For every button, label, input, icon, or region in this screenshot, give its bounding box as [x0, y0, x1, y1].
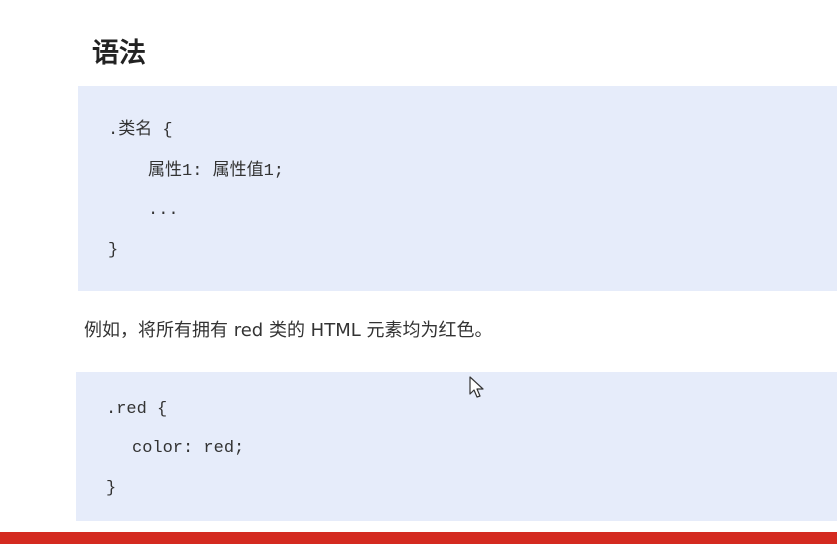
code-line: 属性1: 属性值1; [148, 162, 285, 181]
section-heading: 语法 [92, 38, 146, 69]
code-line: .red { [106, 400, 168, 419]
code-line: } [106, 479, 117, 498]
example-code-block: .red { color: red; } [76, 372, 837, 521]
example-description: 例如，将所有拥有 red 类的 HTML 元素均为红色。 [84, 320, 493, 341]
mouse-pointer-icon [469, 376, 484, 398]
page: 语法 .类名 { 属性1: 属性值1; ... } 例如，将所有拥有 red 类… [0, 0, 837, 544]
code-line: .类名 { [108, 121, 173, 140]
bottom-accent-bar [0, 532, 837, 544]
code-line: color: red; [132, 439, 245, 458]
code-line: } [108, 241, 119, 260]
syntax-code-block: .类名 { 属性1: 属性值1; ... } [78, 86, 837, 291]
code-line: ... [148, 201, 179, 220]
